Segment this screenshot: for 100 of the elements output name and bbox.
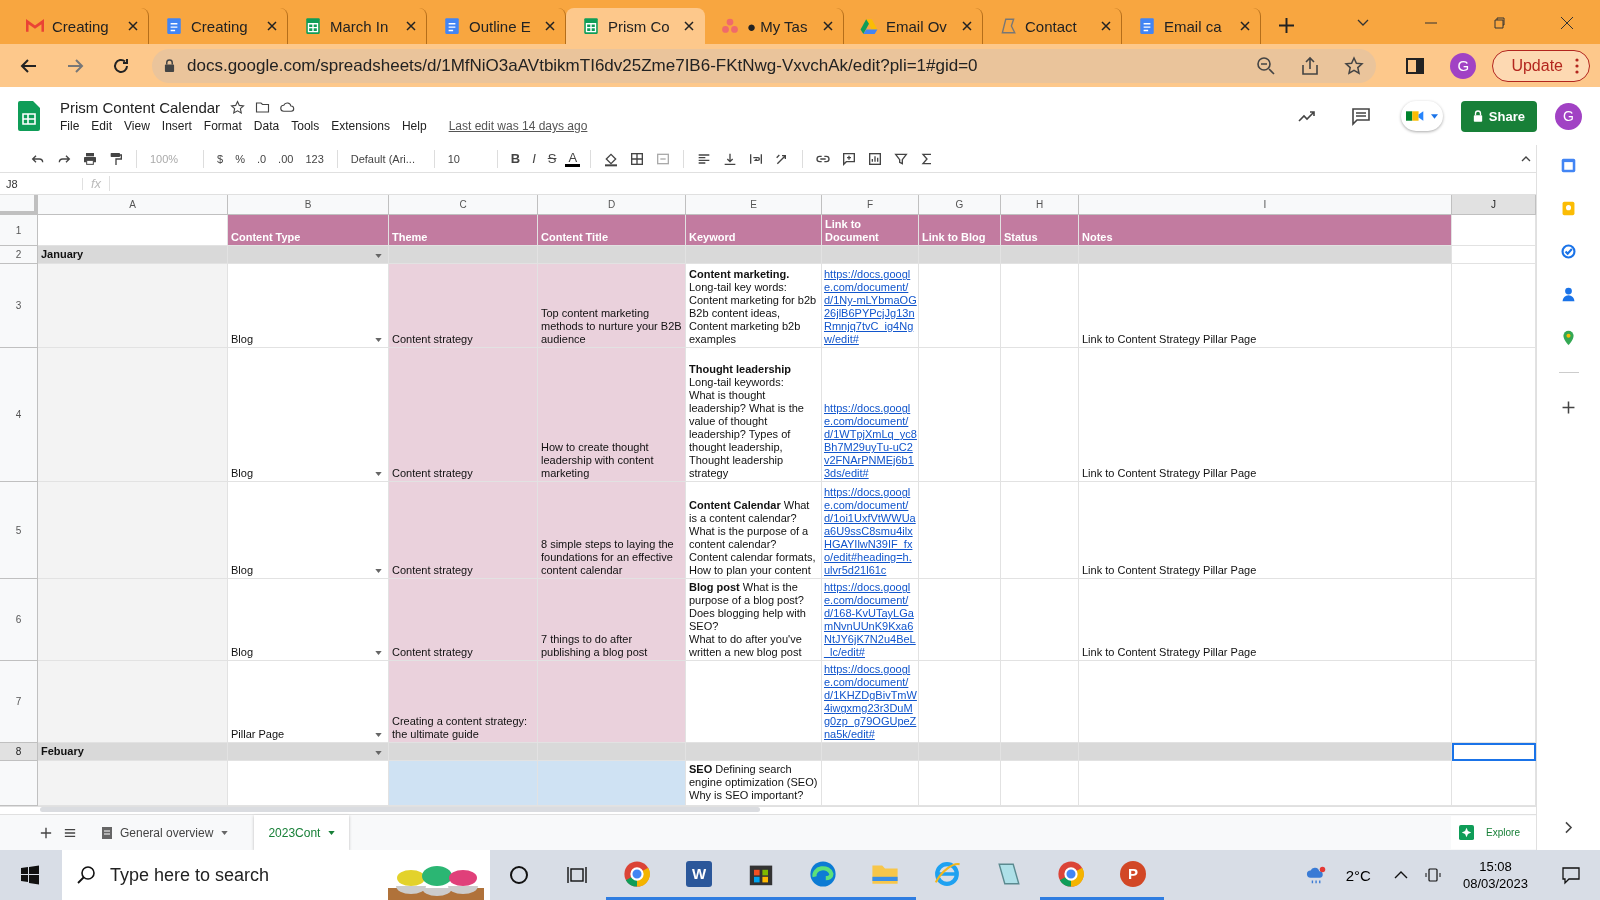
dropdown-caret-icon[interactable] xyxy=(375,651,382,656)
update-button[interactable]: Update xyxy=(1492,49,1590,82)
row-header[interactable]: 2 xyxy=(0,246,38,265)
circle-icon[interactable] xyxy=(508,865,530,885)
address-bar[interactable]: docs.google.com/spreadsheets/d/1MfNiO3aAVtbikmTI6dv25Zme7IB6-FKtNwg-VxvchAk/edit?pli=1#gid=0 xyxy=(152,48,1377,83)
document-link[interactable]: https://docs.google.com/document/d/1oi1UxfVtWWUaa6U9ssC8smu4ilxHGAYIlwN39IF_fxo/edit#heading=h.ulvr5d21l61c xyxy=(822,482,919,580)
star-icon[interactable] xyxy=(1344,55,1365,76)
document-link[interactable]: https://docs.google.com/document/d/168-KvUTayLGamNvnUUnK9Kxa6NtJY6jK7N2u4BeL_lc/edit# xyxy=(822,579,919,662)
paint-roller-icon[interactable] xyxy=(108,150,124,167)
column-header[interactable]: I xyxy=(1079,195,1452,216)
menu-item[interactable]: Tools xyxy=(291,119,320,133)
sheet-tab[interactable]: 2023Cont xyxy=(254,815,350,850)
comment-icon[interactable] xyxy=(1350,106,1371,126)
close-icon[interactable] xyxy=(684,21,694,31)
menu-item[interactable]: Data xyxy=(253,119,280,133)
menu-item[interactable]: View xyxy=(124,119,150,133)
column-header[interactable]: E xyxy=(686,195,822,216)
dropdown-caret-icon[interactable] xyxy=(375,569,382,574)
taskbar-app[interactable]: P xyxy=(1102,850,1164,900)
row-header[interactable]: 6 xyxy=(0,579,38,662)
close-icon[interactable] xyxy=(128,21,138,31)
column-header[interactable]: J xyxy=(1452,195,1536,216)
horizontal-scrollbar[interactable] xyxy=(40,807,760,813)
text-color-button[interactable]: A xyxy=(565,150,581,167)
dropdown-caret-icon[interactable] xyxy=(375,338,382,343)
row-header[interactable]: 8 xyxy=(0,743,38,762)
row-header[interactable]: 5 xyxy=(0,482,38,580)
close-icon[interactable] xyxy=(962,21,972,31)
more-icon[interactable] xyxy=(1575,57,1579,74)
menu-item[interactable]: Extensions xyxy=(331,119,390,133)
decrease-decimal-button[interactable]: .0 xyxy=(253,152,270,165)
document-link[interactable]: https://docs.google.com/document/d/1Ny-mLYbmaOG26jlB6PYPcjJg13nRmnjq7tvC_ig4Ngw/edit# xyxy=(822,264,919,349)
restore-icon[interactable] xyxy=(1492,16,1506,30)
column-header[interactable]: C xyxy=(389,195,538,216)
row-header[interactable]: 3 xyxy=(0,264,38,349)
dropdown-caret-icon[interactable] xyxy=(375,733,382,738)
menu-item[interactable]: Edit xyxy=(91,119,113,133)
windows-logo-icon[interactable] xyxy=(20,865,40,885)
cloud-icon[interactable] xyxy=(280,100,296,115)
currency-format-button[interactable]: $ xyxy=(214,152,227,165)
document-link[interactable]: https://docs.google.com/document/d/1WTpjXmLq_yc8Bh7M29uyTu-uC2v2FNArPNMEj6b13ds/edit# xyxy=(822,348,919,483)
share-icon[interactable] xyxy=(1300,55,1321,76)
borders-icon[interactable] xyxy=(629,150,646,167)
column-header[interactable]: B xyxy=(228,195,389,216)
person-icon[interactable] xyxy=(1560,286,1577,303)
column-header[interactable]: H xyxy=(1001,195,1079,216)
close-icon[interactable] xyxy=(545,21,555,31)
folder-icon[interactable] xyxy=(255,100,271,115)
browser-tab[interactable]: Prism Co xyxy=(566,8,705,44)
column-header[interactable]: A xyxy=(38,195,228,216)
menu-item[interactable]: Insert xyxy=(161,119,192,133)
dropdown-caret-icon[interactable] xyxy=(375,254,382,259)
sheet-tab[interactable]: General overview xyxy=(88,815,243,850)
check-circle-icon[interactable] xyxy=(1560,243,1577,260)
column-header[interactable]: F xyxy=(822,195,919,216)
italic-button[interactable]: I xyxy=(529,151,539,166)
strikethrough-button[interactable]: S xyxy=(544,151,560,166)
map-pin-icon[interactable] xyxy=(1560,329,1577,346)
document-title[interactable]: Prism Content Calendar xyxy=(60,99,221,116)
menu-item[interactable]: Help xyxy=(401,119,427,133)
name-box[interactable]: J8 xyxy=(0,177,83,190)
spreadsheet-logo-icon[interactable] xyxy=(18,101,40,131)
calendar-icon[interactable] xyxy=(1560,157,1577,174)
clock-date[interactable]: 08/03/2023 xyxy=(1462,875,1528,892)
menu-item[interactable]: File xyxy=(60,119,80,133)
close-icon[interactable] xyxy=(1101,21,1111,31)
column-header[interactable]: G xyxy=(919,195,1001,216)
user-avatar[interactable]: G xyxy=(1555,102,1582,130)
percent-format-button[interactable]: % xyxy=(232,152,248,165)
dropdown-caret-icon[interactable] xyxy=(375,751,382,756)
plus-icon[interactable] xyxy=(1560,399,1577,416)
side-panel-icon[interactable] xyxy=(1405,55,1426,76)
add-sheet-icon[interactable] xyxy=(40,826,52,839)
row-header[interactable]: 4 xyxy=(0,348,38,483)
close-icon[interactable] xyxy=(823,21,833,31)
device-icon[interactable] xyxy=(1424,867,1441,883)
font-size-dropdown[interactable]: 10 xyxy=(444,152,487,165)
selected-cell[interactable] xyxy=(1452,743,1536,762)
dropdown-caret-icon[interactable] xyxy=(375,472,382,477)
number-format-dropdown[interactable]: 123 xyxy=(302,152,327,165)
explore-button[interactable]: Explore xyxy=(1451,816,1536,849)
font-dropdown[interactable]: Default (Ari... xyxy=(347,152,424,165)
bold-button[interactable]: B xyxy=(507,151,524,166)
menu-icon[interactable] xyxy=(64,826,76,839)
row-header[interactable]: 7 xyxy=(0,661,38,744)
close-icon[interactable] xyxy=(406,21,416,31)
add-comment-icon[interactable] xyxy=(841,150,858,167)
star-icon[interactable] xyxy=(230,100,246,115)
menu-item[interactable]: Format xyxy=(203,119,242,133)
increase-decimal-button[interactable]: .00 xyxy=(275,152,297,165)
notification-icon[interactable] xyxy=(1560,865,1582,885)
close-icon[interactable] xyxy=(267,21,277,31)
share-button[interactable]: Share xyxy=(1460,100,1537,132)
cloud-snow-icon[interactable] xyxy=(1305,865,1328,885)
last-edit-link[interactable]: Last edit was 14 days ago xyxy=(448,119,588,133)
clock-time[interactable]: 15:08 xyxy=(1479,858,1512,875)
new-tab-icon[interactable] xyxy=(1279,18,1294,33)
close-icon[interactable] xyxy=(1560,16,1574,30)
row-header[interactable]: 1 xyxy=(0,215,38,247)
task-view-icon[interactable] xyxy=(566,865,588,885)
